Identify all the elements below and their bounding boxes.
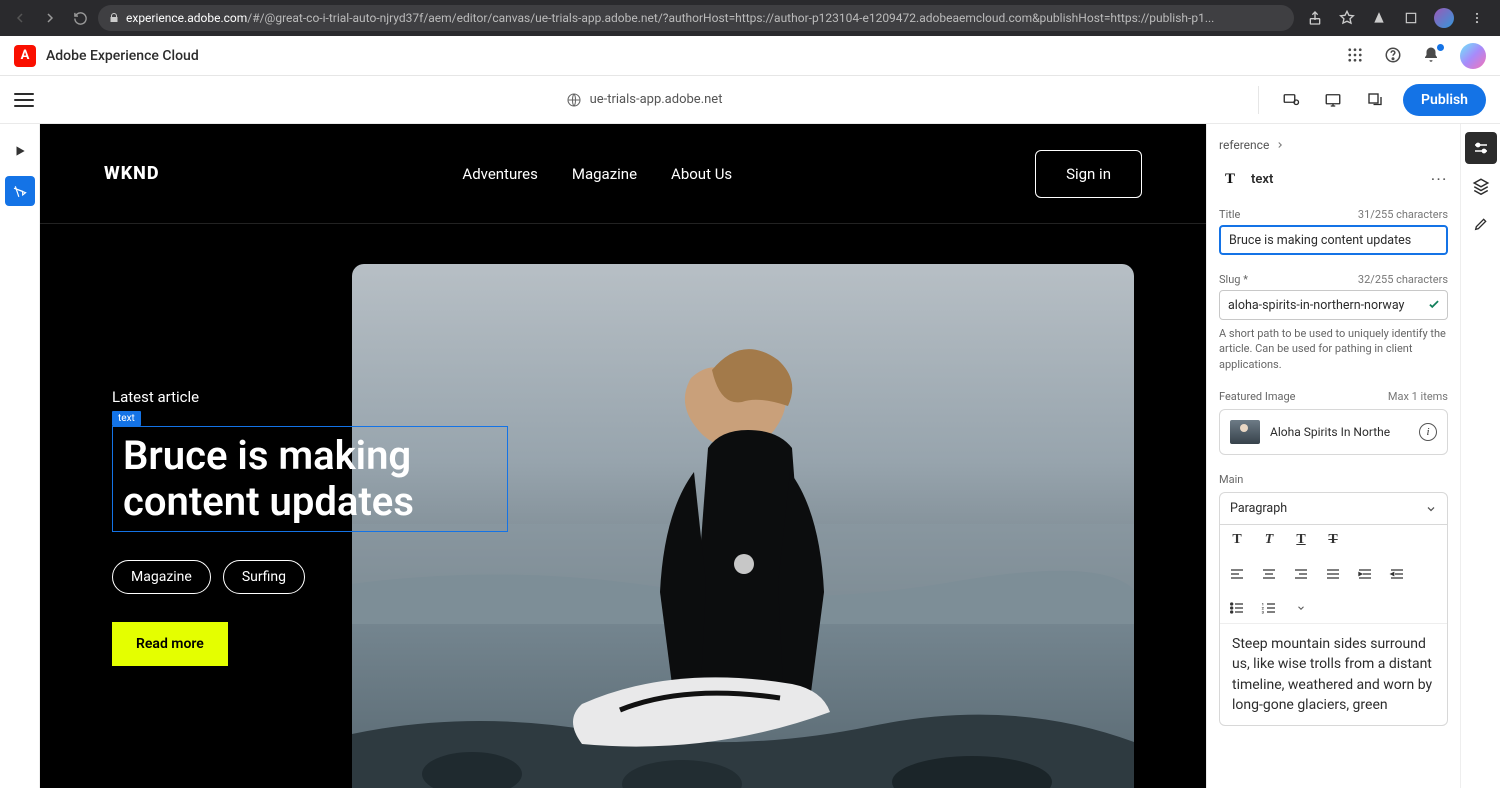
component-header: T text ··· <box>1219 168 1448 190</box>
aec-title: Adobe Experience Cloud <box>46 48 199 64</box>
info-icon[interactable]: i <box>1419 423 1437 441</box>
properties-breadcrumb[interactable]: reference <box>1219 138 1448 152</box>
valid-check-icon <box>1427 297 1441 311</box>
browser-reload-button[interactable] <box>68 6 92 30</box>
align-right-button[interactable] <box>1292 565 1310 583</box>
nav-magazine[interactable]: Magazine <box>572 165 637 183</box>
svg-text:3: 3 <box>1262 610 1265 615</box>
hero-tags: Magazine Surfing <box>112 560 1094 594</box>
indent-button[interactable] <box>1356 565 1374 583</box>
align-center-button[interactable] <box>1260 565 1278 583</box>
title-input[interactable] <box>1219 225 1448 255</box>
chip-magazine[interactable]: Magazine <box>112 560 211 594</box>
browser-back-button[interactable] <box>8 6 32 30</box>
layers-tab-button[interactable] <box>1465 170 1497 202</box>
slug-input[interactable] <box>1219 290 1448 320</box>
lock-icon <box>108 12 120 24</box>
edit-mode-button[interactable] <box>5 176 35 206</box>
open-page-button[interactable] <box>1361 86 1389 114</box>
page-host-text: ue-trials-app.adobe.net <box>590 92 723 107</box>
rich-text-editor: Paragraph T T T T 123 <box>1219 492 1448 726</box>
star-icon[interactable] <box>1338 9 1356 27</box>
canvas-mode-rail <box>0 124 40 788</box>
bold-button[interactable]: T <box>1228 531 1246 549</box>
underline-button[interactable]: T <box>1292 531 1310 549</box>
share-icon[interactable] <box>1306 9 1324 27</box>
properties-panel: reference T text ··· Title 31/255 charac… <box>1206 124 1460 788</box>
extension-icon-2[interactable] <box>1402 9 1420 27</box>
aec-header: A Adobe Experience Cloud <box>0 36 1500 76</box>
user-avatar[interactable] <box>1460 43 1486 69</box>
block-style-select[interactable]: Paragraph <box>1220 493 1447 525</box>
browser-url-bar[interactable]: experience.adobe.com/#/@great-co-i-trial… <box>98 5 1294 31</box>
site-header: WKND Adventures Magazine About Us Sign i… <box>40 124 1206 224</box>
browser-menu-icon[interactable] <box>1468 9 1486 27</box>
featured-image-label: Featured Image <box>1219 390 1295 403</box>
adobe-logo-icon[interactable]: A <box>14 45 36 67</box>
featured-thumbnail <box>1230 420 1260 444</box>
device-settings-button[interactable] <box>1277 86 1305 114</box>
chip-surfing[interactable]: Surfing <box>223 560 305 594</box>
rte-content[interactable]: Steep mountain sides surround us, like w… <box>1220 624 1447 725</box>
italic-button[interactable]: T <box>1260 531 1278 549</box>
strikethrough-button[interactable]: T <box>1324 531 1342 549</box>
nav-adventures[interactable]: Adventures <box>462 165 537 183</box>
title-char-count: 31/255 characters <box>1358 208 1448 221</box>
globe-icon <box>566 92 582 108</box>
component-badge: text <box>112 411 141 426</box>
list-options-button[interactable] <box>1292 599 1310 617</box>
help-icon[interactable] <box>1384 46 1404 66</box>
hero-section: Latest article text Bruce is making cont… <box>40 224 1206 788</box>
hero-title[interactable]: Bruce is making content updates <box>123 433 497 525</box>
browser-profile-avatar[interactable] <box>1434 8 1454 28</box>
featured-image-name: Aloha Spirits In Northe <box>1270 425 1409 439</box>
align-left-button[interactable] <box>1228 565 1246 583</box>
ordered-list-button[interactable]: 123 <box>1260 599 1278 617</box>
notifications-icon[interactable] <box>1422 46 1442 66</box>
properties-rail <box>1460 124 1500 788</box>
main-label: Main <box>1219 473 1448 486</box>
publish-button[interactable]: Publish <box>1403 84 1486 116</box>
signin-button[interactable]: Sign in <box>1035 150 1142 198</box>
browser-chrome: experience.adobe.com/#/@great-co-i-trial… <box>0 0 1500 36</box>
slug-char-count: 32/255 characters <box>1358 273 1448 286</box>
app-switcher-icon[interactable] <box>1346 46 1366 66</box>
properties-tab-button[interactable] <box>1465 132 1497 164</box>
page-canvas: WKND Adventures Magazine About Us Sign i… <box>40 124 1206 788</box>
latest-article-label: Latest article <box>112 388 1094 406</box>
extension-icon-1[interactable] <box>1370 9 1388 27</box>
text-component-icon: T <box>1219 168 1241 190</box>
hero-title-selection[interactable]: Bruce is making content updates <box>112 426 508 532</box>
slug-helper-text: A short path to be used to uniquely iden… <box>1219 326 1448 372</box>
nav-about[interactable]: About Us <box>671 165 732 183</box>
outdent-button[interactable] <box>1388 565 1406 583</box>
featured-image-max: Max 1 items <box>1388 390 1448 403</box>
editor-toolbar: ue-trials-app.adobe.net Publish <box>0 76 1500 124</box>
menu-toggle-button[interactable] <box>14 93 34 107</box>
component-more-button[interactable]: ··· <box>1431 172 1448 186</box>
chevron-down-icon <box>1425 503 1437 515</box>
featured-image-item[interactable]: Aloha Spirits In Northe i <box>1219 409 1448 455</box>
component-name: text <box>1251 172 1273 187</box>
desktop-preview-button[interactable] <box>1319 86 1347 114</box>
bullet-list-button[interactable] <box>1228 599 1246 617</box>
edit-tab-button[interactable] <box>1465 208 1497 240</box>
slug-field-label: Slug * <box>1219 273 1248 286</box>
browser-actions <box>1300 8 1492 28</box>
readmore-button[interactable]: Read more <box>112 622 228 666</box>
title-field-label: Title <box>1219 208 1240 221</box>
site-logo[interactable]: WKND <box>104 163 160 184</box>
preview-mode-button[interactable] <box>5 136 35 166</box>
browser-forward-button[interactable] <box>38 6 62 30</box>
page-host-label: ue-trials-app.adobe.net <box>48 92 1240 108</box>
browser-url: experience.adobe.com/#/@great-co-i-trial… <box>126 11 1214 25</box>
align-justify-button[interactable] <box>1324 565 1342 583</box>
site-nav: Adventures Magazine About Us <box>462 165 732 183</box>
chevron-right-icon <box>1275 140 1285 150</box>
